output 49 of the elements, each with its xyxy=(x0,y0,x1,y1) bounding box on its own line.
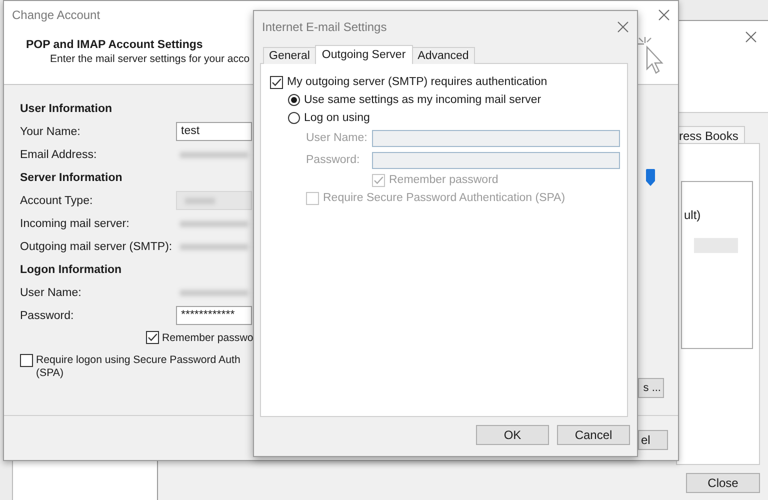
radio-label: Use same settings as my incoming mail server xyxy=(304,94,542,106)
checkbox-label: Remember passwo xyxy=(162,332,254,344)
field-label: Your Name: xyxy=(20,126,82,138)
button[interactable]: OK xyxy=(476,425,549,445)
redacted-value xyxy=(180,152,248,158)
section-title: User Information xyxy=(20,102,114,117)
field-label: Account Type: xyxy=(20,194,94,206)
field-label: Incoming mail server: xyxy=(20,218,130,230)
section-title: Server Information xyxy=(20,171,124,186)
field-label: Password: xyxy=(20,310,75,322)
tab[interactable]: Advanced xyxy=(412,47,475,64)
section-title: Logon Information xyxy=(20,263,123,278)
checkbox[interactable] xyxy=(146,331,159,344)
redacted-value xyxy=(180,290,248,296)
field-label: User Name: xyxy=(20,286,82,298)
button[interactable]: Cancel xyxy=(557,425,630,445)
button[interactable]: s ... xyxy=(638,378,664,398)
field-label: Outgoing mail server (SMTP): xyxy=(20,240,174,252)
button[interactable]: el xyxy=(638,430,668,450)
checkbox-label: Require logon using Secure Password Auth (SPA) xyxy=(36,354,240,380)
tab[interactable]: General xyxy=(263,47,316,64)
window-title: Internet E-mail Settings xyxy=(262,20,387,34)
field-label: User Name: xyxy=(306,132,368,144)
list-item[interactable]: ult) xyxy=(684,208,701,222)
checkbox-label: Require Secure Password Authentication (SPA) xyxy=(323,192,566,204)
field-label: Email Address: xyxy=(20,148,98,160)
input-field[interactable]: test xyxy=(176,122,252,141)
radio-button[interactable] xyxy=(288,112,300,124)
close-icon[interactable] xyxy=(617,21,629,33)
checkbox[interactable] xyxy=(20,354,33,367)
dialog-subheading: Enter the mail server settings for your acco xyxy=(50,53,250,65)
close-button[interactable]: Close xyxy=(686,473,760,493)
radio-label: Log on using xyxy=(304,112,370,124)
checkbox[interactable] xyxy=(270,76,283,88)
dialog-heading: POP and IMAP Account Settings xyxy=(26,39,204,51)
redacted-value xyxy=(185,198,215,204)
tab[interactable]: Outgoing Server xyxy=(314,45,413,64)
redacted-value xyxy=(180,220,248,226)
checkbox-label: Remember password xyxy=(389,174,498,186)
window-title: Change Account xyxy=(12,8,100,22)
redacted-value xyxy=(180,244,248,250)
input-field[interactable]: ************ xyxy=(176,306,252,325)
checkbox-label: My outgoing server (SMTP) requires authentication xyxy=(287,76,548,88)
close-icon[interactable] xyxy=(745,31,757,43)
close-icon[interactable] xyxy=(658,9,670,21)
field-label: Password: xyxy=(306,154,361,166)
input-field[interactable] xyxy=(176,191,252,210)
radio-button[interactable] xyxy=(288,94,300,106)
slider-thumb[interactable] xyxy=(646,169,655,187)
